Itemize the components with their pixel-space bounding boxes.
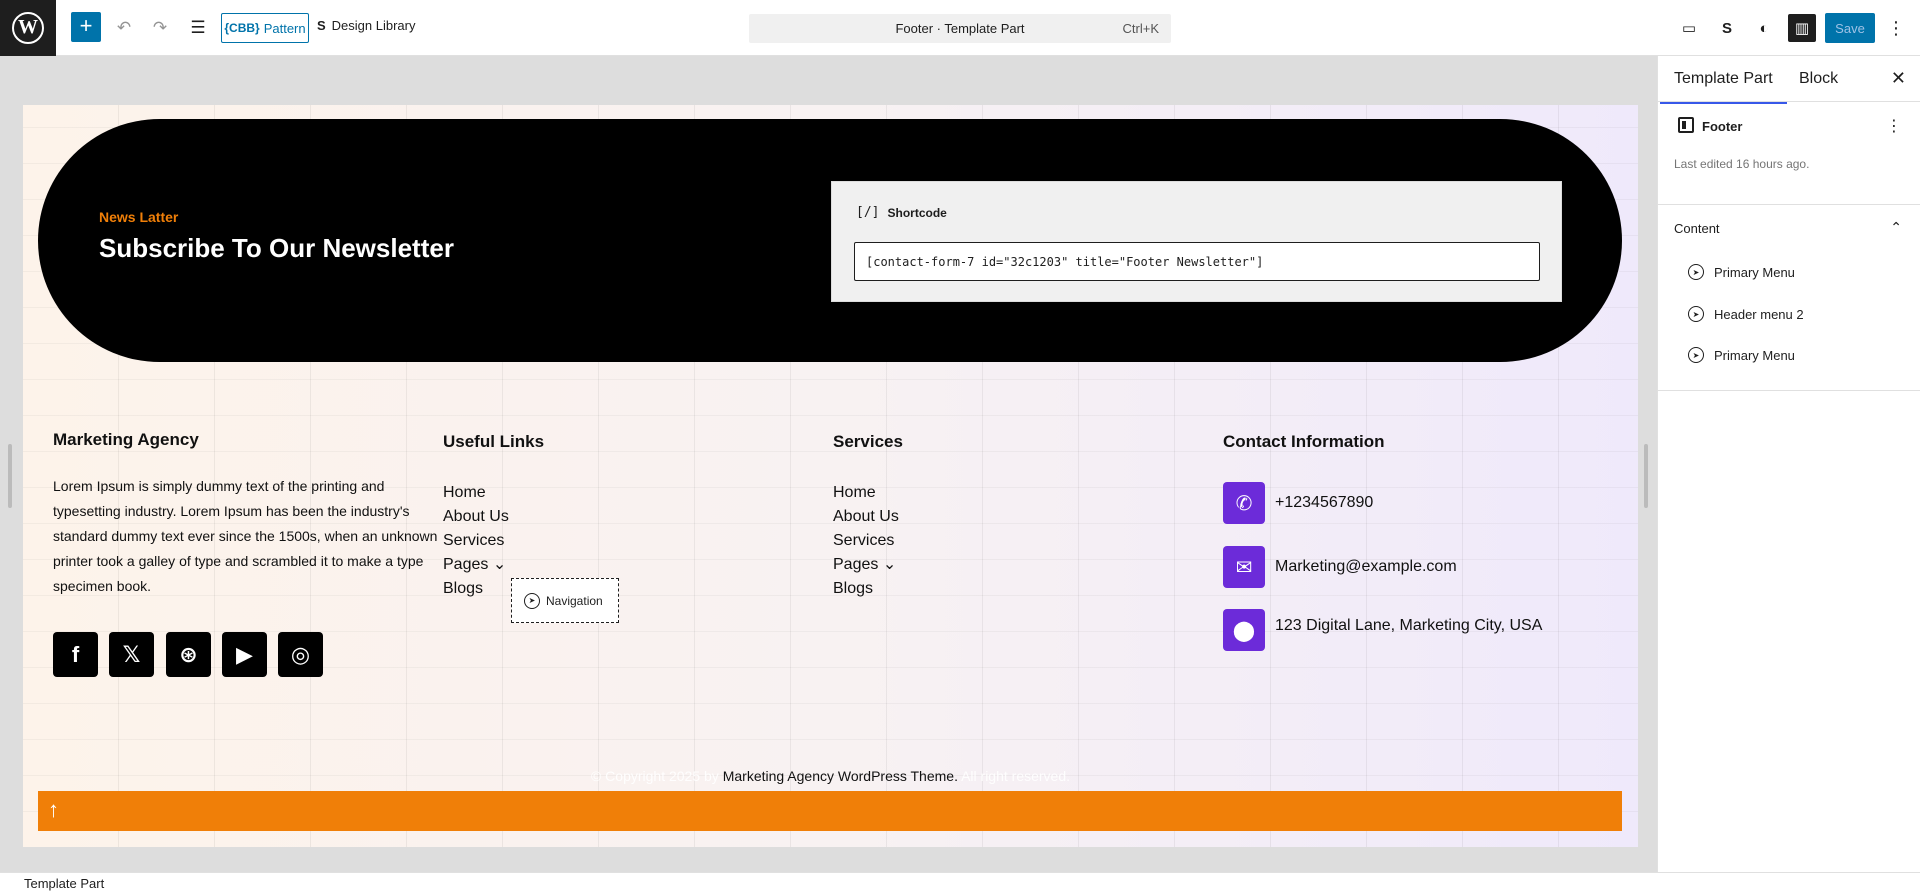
contact-title[interactable]: Contact Information xyxy=(1223,432,1385,452)
sidebar-divider xyxy=(1658,204,1920,205)
spectra-icon[interactable]: S xyxy=(1713,14,1741,42)
nav-link-blogs[interactable]: Blogs xyxy=(443,577,509,601)
compass-icon: ➤ xyxy=(1688,264,1704,280)
top-toolbar: W + ↶ ↷ ☰ {CBB} Pattern S Design Library… xyxy=(0,0,1920,56)
nav-link-about[interactable]: About Us xyxy=(443,505,509,529)
wordpress-logo-icon: W xyxy=(12,11,44,44)
facebook-icon[interactable]: f xyxy=(53,632,98,677)
more-options-icon[interactable]: ⋮ xyxy=(1884,14,1908,42)
content-panel-toggle[interactable]: Content xyxy=(1674,221,1720,236)
sidebar-divider xyxy=(1658,390,1920,391)
pattern-label: Pattern xyxy=(263,20,306,36)
pattern-button[interactable]: {CBB} Pattern xyxy=(221,13,309,43)
email-text: Marketing@example.com xyxy=(1275,558,1457,575)
content-item-primary-menu[interactable]: ➤ Primary Menu xyxy=(1688,264,1795,280)
about-title[interactable]: Marketing Agency xyxy=(53,430,199,450)
shortcode-icon: [/] xyxy=(856,205,880,220)
newsletter-title[interactable]: Subscribe To Our Newsletter xyxy=(99,233,454,264)
design-library-button[interactable]: S Design Library xyxy=(317,18,416,33)
compass-icon: ➤ xyxy=(1688,347,1704,363)
document-title: Footer · Template Part xyxy=(895,21,1025,36)
compass-icon: ➤ xyxy=(1688,306,1704,322)
breadcrumb-template-part[interactable]: Template Part xyxy=(24,876,104,891)
shortcode-label: Shortcode xyxy=(887,205,947,220)
nav-link-pages[interactable]: Pages ⌄ xyxy=(833,553,899,577)
wordpress-logo-button[interactable]: W xyxy=(0,0,56,56)
settings-sidebar: Template Part Block ✕ Footer ⋮ Last edit… xyxy=(1657,56,1920,872)
block-more-options-icon[interactable]: ⋮ xyxy=(1886,116,1902,136)
nav-link-blogs[interactable]: Blogs xyxy=(833,577,899,601)
command-palette-button[interactable]: Footer · Template Part Ctrl+K xyxy=(749,14,1171,43)
content-item-header-menu-2[interactable]: ➤ Header menu 2 xyxy=(1688,306,1804,322)
newsletter-section[interactable]: News Latter Subscribe To Our Newsletter … xyxy=(38,119,1622,362)
shortcode-header: [/] Shortcode xyxy=(856,205,947,220)
document-overview-icon[interactable]: ☰ xyxy=(184,14,212,42)
services-title[interactable]: Services xyxy=(833,432,903,452)
phone-icon: ✆ xyxy=(1223,482,1265,524)
content-item-label: Header menu 2 xyxy=(1714,306,1804,322)
footer-template-frame: News Latter Subscribe To Our Newsletter … xyxy=(23,105,1638,847)
nav-link-home[interactable]: Home xyxy=(833,481,899,505)
styles-contrast-icon[interactable]: ◐ xyxy=(1750,14,1778,42)
instagram-icon[interactable]: ◎ xyxy=(278,632,323,677)
address-text: 123 Digital Lane, Marketing City, USA xyxy=(1275,617,1543,634)
nav-link-home[interactable]: Home xyxy=(443,481,509,505)
copyright-suffix: All right reserved. xyxy=(957,768,1071,784)
nav-link-about[interactable]: About Us xyxy=(833,505,899,529)
contact-phone[interactable]: ✆ +1234567890 xyxy=(1223,482,1373,524)
chevron-up-icon[interactable]: ⌃ xyxy=(1890,219,1902,236)
envelope-icon: ✉ xyxy=(1223,546,1265,588)
design-library-label: Design Library xyxy=(331,18,416,33)
youtube-icon[interactable]: ▶ xyxy=(222,632,267,677)
undo-icon[interactable]: ↶ xyxy=(110,14,138,42)
save-button[interactable]: Save xyxy=(1825,13,1875,43)
tab-block[interactable]: Block xyxy=(1799,70,1838,88)
useful-links-title[interactable]: Useful Links xyxy=(443,432,544,452)
close-icon[interactable]: ✕ xyxy=(1891,68,1906,89)
settings-panel-icon[interactable]: ▥ xyxy=(1788,14,1816,42)
command-shortcut: Ctrl+K xyxy=(1122,21,1159,36)
shortcode-block[interactable]: [/] Shortcode [contact-form-7 id="32c120… xyxy=(831,181,1562,302)
compass-icon: ➤ xyxy=(524,592,540,609)
newsletter-eyebrow[interactable]: News Latter xyxy=(99,209,178,225)
copyright-text[interactable]: © Copyright 2025 by Marketing Agency Wor… xyxy=(23,768,1638,784)
template-part-icon xyxy=(1678,117,1694,133)
navigation-badge-label: Navigation xyxy=(546,593,603,608)
arrow-up-icon[interactable]: ↑ xyxy=(48,797,59,823)
design-library-icon: S xyxy=(317,18,326,33)
content-item-label: Primary Menu xyxy=(1714,347,1795,363)
add-block-button[interactable]: + xyxy=(71,12,101,42)
content-item-primary-menu-2[interactable]: ➤ Primary Menu xyxy=(1688,347,1795,363)
useful-links-navigation[interactable]: Home About Us Services Pages ⌄ Blogs xyxy=(443,481,509,601)
contact-email[interactable]: ✉ Marketing@example.com xyxy=(1223,546,1457,588)
phone-text: +1234567890 xyxy=(1275,494,1374,511)
resize-handle-right[interactable] xyxy=(1644,444,1648,508)
editor-canvas: News Latter Subscribe To Our Newsletter … xyxy=(0,56,1657,872)
device-preview-icon[interactable]: ▭ xyxy=(1675,14,1703,42)
copyright-prefix: © Copyright 2025 by xyxy=(590,768,723,784)
dribbble-icon[interactable]: ⊛ xyxy=(166,632,211,677)
cbb-icon: {CBB} xyxy=(224,21,260,35)
location-pin-icon: ⬤ xyxy=(1223,609,1265,651)
shortcode-input[interactable]: [contact-form-7 id="32c1203" title="Foot… xyxy=(854,242,1540,281)
nav-link-pages[interactable]: Pages ⌄ xyxy=(443,553,509,577)
tab-template-part[interactable]: Template Part xyxy=(1660,70,1787,104)
about-text[interactable]: Lorem Ipsum is simply dummy text of the … xyxy=(53,474,453,599)
block-breadcrumb-bar: Template Part xyxy=(0,872,1920,895)
sidebar-tabs: Template Part Block ✕ xyxy=(1658,56,1920,104)
nav-link-services[interactable]: Services xyxy=(833,529,899,553)
navigation-block-badge[interactable]: ➤ Navigation xyxy=(511,578,619,623)
nav-link-services[interactable]: Services xyxy=(443,529,509,553)
services-navigation[interactable]: Home About Us Services Pages ⌄ Blogs xyxy=(833,481,899,601)
resize-handle-left[interactable] xyxy=(8,444,12,508)
redo-icon[interactable]: ↷ xyxy=(146,14,174,42)
back-to-top-bar[interactable]: ↑ xyxy=(38,791,1622,831)
content-item-label: Primary Menu xyxy=(1714,264,1795,280)
last-edited-text: Last edited 16 hours ago. xyxy=(1674,157,1810,171)
copyright-link[interactable]: Marketing Agency WordPress Theme. xyxy=(723,768,958,784)
x-icon[interactable]: 𝕏 xyxy=(109,632,154,677)
contact-address[interactable]: ⬤ 123 Digital Lane, Marketing City, USA xyxy=(1223,609,1542,651)
block-title: Footer xyxy=(1702,119,1743,134)
